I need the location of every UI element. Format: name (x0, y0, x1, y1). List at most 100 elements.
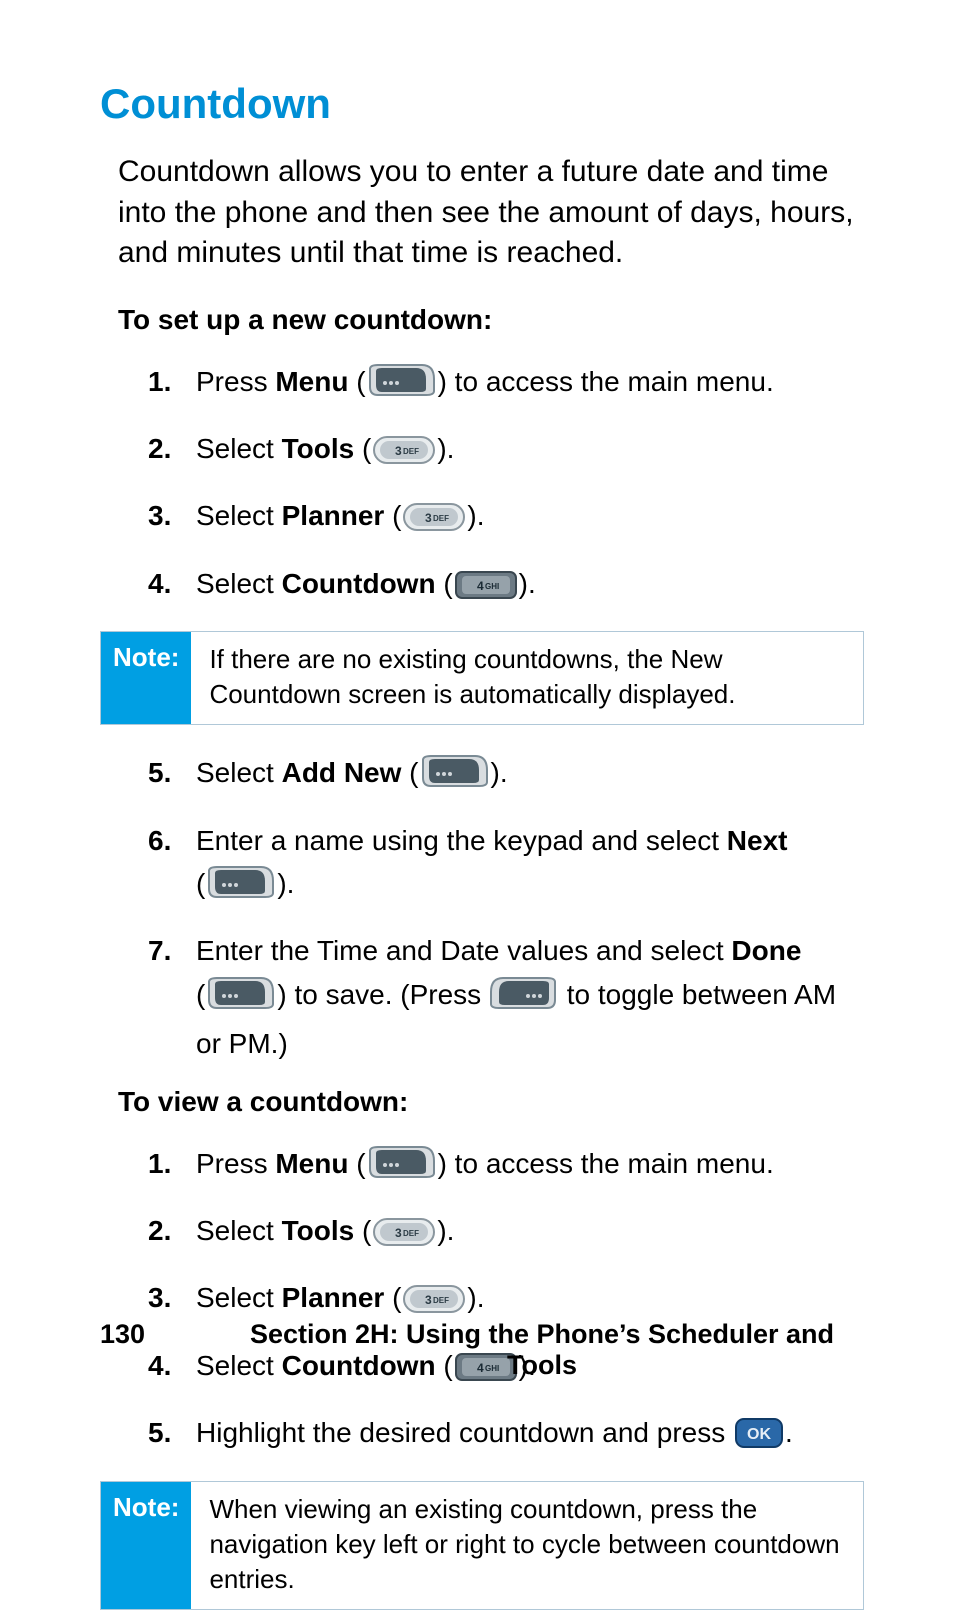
list-item: 6. Enter a name using the keypad and sel… (148, 819, 854, 912)
text: Select (196, 433, 282, 464)
menu-softkey-icon (368, 365, 436, 409)
text: ). (277, 868, 294, 899)
key-4-ghi-icon (455, 568, 517, 611)
text: ). (467, 500, 484, 531)
step-text: Select Tools (). (196, 1215, 454, 1246)
bold-tools: Tools (282, 433, 355, 464)
step-text: Select Countdown (). (196, 568, 536, 599)
step-text: Select Planner (). (196, 500, 485, 531)
step-number: 5. (148, 751, 171, 794)
paren-open: ( (354, 433, 371, 464)
text: ). (491, 757, 508, 788)
text: . (785, 1417, 793, 1448)
key-3-def-icon (373, 1215, 435, 1258)
step-number: 5. (148, 1411, 171, 1454)
step-text: Select Add New (). (196, 757, 508, 788)
menu-softkey-icon (207, 978, 275, 1022)
text: Select (196, 757, 282, 788)
note-content: If there are no existing countdowns, the… (191, 632, 863, 724)
text: ). (437, 433, 454, 464)
text: ) (277, 979, 286, 1010)
text: ). (467, 1282, 484, 1313)
list-item: 5. Highlight the desired countdown and p… (148, 1411, 854, 1460)
list-item: 1. Press Menu ( ) to access the main menu… (148, 360, 854, 409)
text: ) to access the main menu. (438, 366, 774, 397)
subhead-setup: To set up a new countdown: (100, 304, 864, 336)
steps-setup-list: 1. Press Menu ( ) to access the main menu… (100, 360, 864, 612)
note-label: Note: (101, 1482, 191, 1609)
paren-open: ( (354, 1215, 371, 1246)
bold-planner: Planner (282, 1282, 385, 1313)
bold-next: Next (727, 825, 788, 856)
note-box: Note: When viewing an existing countdown… (100, 1481, 864, 1610)
text: to save. (Press (294, 979, 489, 1010)
text: ) to access the main menu. (438, 1148, 774, 1179)
text: Enter a name using the keypad and select (196, 825, 727, 856)
bold-done: Done (731, 935, 801, 966)
paren-open: ( (384, 500, 401, 531)
subhead-view: To view a countdown: (100, 1086, 864, 1118)
step-number: 1. (148, 360, 171, 403)
bold-countdown: Countdown (282, 568, 436, 599)
text: ). (437, 1215, 454, 1246)
note-content: When viewing an existing countdown, pres… (191, 1482, 863, 1609)
text: Select (196, 1215, 282, 1246)
key-3-def-icon (373, 433, 435, 476)
bold-tools: Tools (282, 1215, 355, 1246)
paren-open: ( (348, 1148, 365, 1179)
bold-planner: Planner (282, 500, 385, 531)
paren-open: ( (196, 979, 205, 1010)
step-number: 7. (148, 929, 171, 972)
paren-open: ( (401, 757, 418, 788)
step-number: 3. (148, 494, 171, 537)
paren-open: ( (196, 868, 205, 899)
step-text: Enter a name using the keypad and select… (196, 825, 788, 899)
step-text: Press Menu ( ) to access the main menu. (196, 1148, 774, 1179)
page-footer: 130 Section 2H: Using the Phone’s Schedu… (100, 1319, 864, 1381)
manual-page: Countdown Countdown allows you to enter … (0, 0, 954, 1431)
text: Press (196, 366, 275, 397)
step-text: Select Tools (). (196, 433, 454, 464)
list-item: 5. Select Add New (). (148, 751, 854, 800)
list-item: 1. Press Menu ( ) to access the main menu… (148, 1142, 854, 1191)
text: Select (196, 1282, 282, 1313)
list-item: 7. Enter the Time and Date values and se… (148, 929, 854, 1065)
menu-softkey-icon (207, 867, 275, 911)
menu-softkey-icon (368, 1147, 436, 1191)
step-text: Press Menu ( ) to access the main menu. (196, 366, 774, 397)
heading-countdown: Countdown (100, 80, 864, 128)
menu-softkey-icon (421, 756, 489, 800)
step-text: Highlight the desired countdown and pres… (196, 1417, 793, 1448)
text: Enter the Time and Date values and selec… (196, 935, 731, 966)
bold-add-new: Add New (282, 757, 402, 788)
page-number: 130 (100, 1319, 220, 1381)
text: ). (519, 568, 536, 599)
right-softkey-icon (491, 978, 557, 1022)
paren-open: ( (436, 568, 453, 599)
text: Select (196, 500, 282, 531)
step-text: Select Planner (). (196, 1282, 485, 1313)
section-title: Section 2H: Using the Phone’s Scheduler … (220, 1319, 864, 1381)
step-number: 4. (148, 562, 171, 605)
list-item: 3. Select Planner (). (148, 494, 854, 543)
bold-menu: Menu (275, 1148, 348, 1179)
step-number: 3. (148, 1276, 171, 1319)
text: Highlight the desired countdown and pres… (196, 1417, 733, 1448)
step-number: 1. (148, 1142, 171, 1185)
paren-open: ( (348, 366, 365, 397)
text: Select (196, 568, 282, 599)
ok-button-icon (735, 1417, 783, 1460)
step-text: Enter the Time and Date values and selec… (196, 935, 836, 1059)
steps-view-list: 1. Press Menu ( ) to access the main menu… (100, 1142, 864, 1461)
step-number: 2. (148, 1209, 171, 1252)
intro-text: Countdown allows you to enter a future d… (100, 152, 864, 274)
list-item: 4. Select Countdown (). (148, 562, 854, 611)
step-number: 6. (148, 819, 171, 862)
list-item: 2. Select Tools (). (148, 427, 854, 476)
steps-setup-list-cont: 5. Select Add New (). 6. Enter a name us… (100, 751, 864, 1065)
note-box: Note: If there are no existing countdown… (100, 631, 864, 725)
key-3-def-icon (403, 500, 465, 543)
text: Press (196, 1148, 275, 1179)
step-number: 2. (148, 427, 171, 470)
bold-menu: Menu (275, 366, 348, 397)
